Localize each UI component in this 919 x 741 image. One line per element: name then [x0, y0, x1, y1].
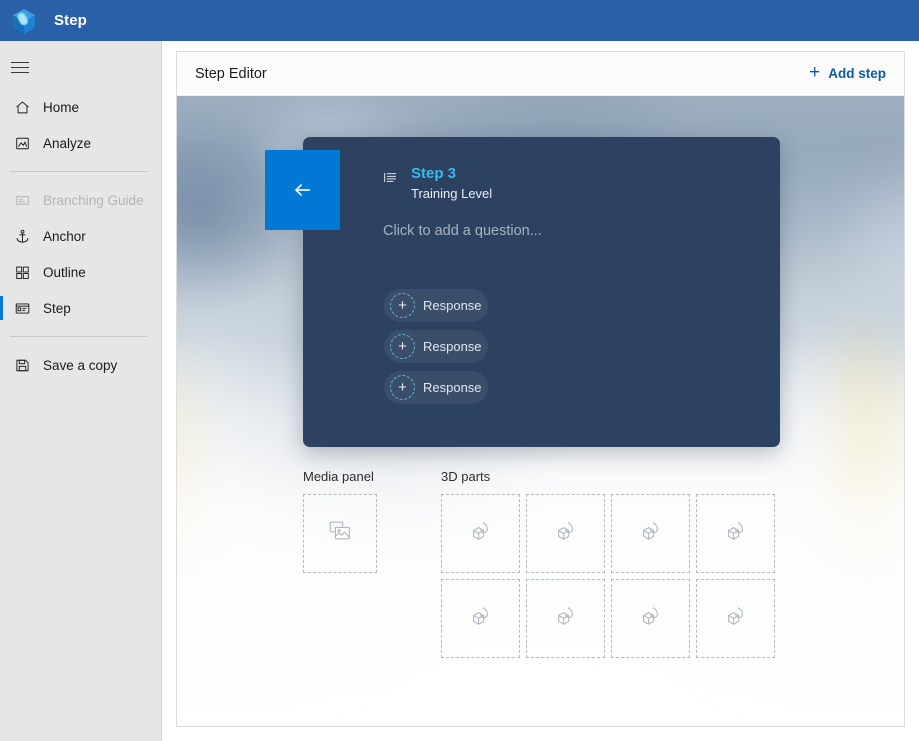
part-slot[interactable] — [611, 494, 690, 573]
sidebar-item-label: Step — [43, 300, 71, 316]
back-arrow-icon — [288, 175, 318, 205]
analyze-icon — [10, 133, 34, 153]
anchor-icon — [10, 226, 34, 246]
add-step-button[interactable]: + Add step — [809, 62, 886, 83]
add-step-label: Add step — [828, 66, 886, 81]
guide-icon — [10, 190, 34, 210]
part-slot[interactable] — [611, 579, 690, 658]
sidebar-item-step[interactable]: Step — [0, 290, 161, 326]
3d-part-icon — [723, 518, 749, 549]
media-panel-label: Media panel — [303, 469, 374, 484]
hamburger-bars — [11, 58, 29, 77]
sidebar-item-outline[interactable]: Outline — [0, 254, 161, 290]
sidebar-item-home[interactable]: Home — [0, 89, 161, 125]
add-response-button[interactable]: + Response — [384, 330, 488, 363]
part-slot[interactable] — [526, 579, 605, 658]
add-response-button[interactable]: + Response — [384, 371, 488, 404]
hamburger-menu-icon[interactable] — [0, 45, 161, 89]
sidebar-divider-1 — [10, 171, 147, 172]
step-subtitle: Training Level — [411, 185, 493, 201]
part-slot[interactable] — [526, 494, 605, 573]
part-slot[interactable] — [441, 579, 520, 658]
plus-circle-icon: + — [390, 293, 415, 318]
question-input[interactable]: Click to add a question... — [383, 223, 542, 239]
app-title: Step — [54, 12, 87, 29]
title-bar: Step — [0, 0, 919, 41]
back-button[interactable] — [265, 150, 340, 230]
page-title: Step Editor — [195, 65, 267, 82]
response-label: Response — [423, 380, 482, 395]
sidebar-item-label: Outline — [43, 264, 86, 280]
sidebar-item-save-a-copy[interactable]: Save a copy — [0, 347, 161, 383]
sidebar-item-label: Analyze — [43, 135, 92, 151]
add-response-button[interactable]: + Response — [384, 289, 488, 322]
panel-header: Step Editor + Add step — [177, 52, 904, 96]
app-window: Step Home Analyze Branching Guide Anchor… — [0, 0, 919, 741]
media-image-icon — [327, 518, 353, 549]
step-icon — [10, 298, 34, 318]
parts-grid — [441, 494, 775, 658]
outline-icon — [10, 262, 34, 282]
3d-part-icon — [468, 603, 494, 634]
step-list-icon — [383, 170, 398, 190]
sidebar-item-label: Branching Guide — [43, 192, 144, 208]
sidebar-item-analyze[interactable]: Analyze — [0, 125, 161, 161]
body-row: Home Analyze Branching Guide Anchor Outl… — [0, 41, 919, 741]
3d-part-icon — [638, 603, 664, 634]
3d-part-icon — [553, 603, 579, 634]
3d-part-icon — [553, 518, 579, 549]
step-card: Step 3 Training Level Click to add a que… — [265, 137, 780, 447]
plus-icon: + — [809, 62, 821, 83]
sidebar: Home Analyze Branching Guide Anchor Outl… — [0, 41, 162, 741]
3d-part-icon — [468, 518, 494, 549]
sidebar-item-anchor[interactable]: Anchor — [0, 218, 161, 254]
sidebar-item-label: Home — [43, 99, 80, 115]
response-label: Response — [423, 298, 482, 313]
media-panel-group: Media panel — [303, 469, 441, 658]
3d-part-icon — [723, 603, 749, 634]
step-number: Step 3 — [411, 165, 457, 182]
sidebar-item-branching-guide: Branching Guide — [0, 182, 161, 218]
step-header: Step 3 Training Level — [383, 165, 492, 203]
part-slot[interactable] — [696, 579, 775, 658]
part-slot[interactable] — [441, 494, 520, 573]
save-icon — [10, 355, 34, 375]
sidebar-divider-2 — [10, 336, 147, 337]
3d-part-icon — [638, 518, 664, 549]
response-label: Response — [423, 339, 482, 354]
step-logo-icon — [8, 5, 40, 37]
plus-circle-icon: + — [390, 375, 415, 400]
assets-area: Media panel 3D parts — [303, 469, 775, 658]
plus-circle-icon: + — [390, 334, 415, 359]
main-content: Step Editor + Add step Step 3 Training L… — [162, 41, 919, 741]
part-slot[interactable] — [696, 494, 775, 573]
parts-panel-group: 3D parts — [441, 469, 775, 658]
response-list: + Response + Response + Response — [384, 289, 488, 404]
sidebar-item-label: Anchor — [43, 228, 86, 244]
sidebar-item-label: Save a copy — [43, 357, 118, 373]
media-slot[interactable] — [303, 494, 377, 573]
step-canvas: Step 3 Training Level Click to add a que… — [177, 96, 904, 726]
parts-panel-label: 3D parts — [441, 469, 491, 484]
step-editor-panel: Step Editor + Add step Step 3 Training L… — [176, 51, 905, 727]
home-icon — [10, 97, 34, 117]
step-header-text: Step 3 Training Level — [411, 165, 492, 203]
